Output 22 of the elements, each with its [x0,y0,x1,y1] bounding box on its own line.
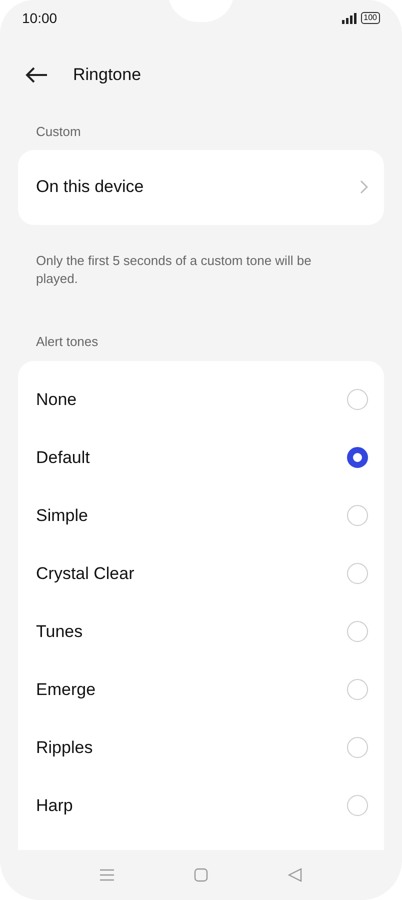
radio-button[interactable] [347,446,368,468]
back-icon[interactable] [25,66,49,84]
tone-label[interactable]: None [36,386,77,412]
status-time: 10:00 [22,8,58,28]
menu-icon[interactable] [100,868,114,882]
tone-label[interactable]: Tunes [36,618,83,644]
signal-icon [342,12,357,24]
tone-label[interactable]: Crystal Clear [36,560,134,586]
tone-label[interactable]: Default [36,444,90,470]
section-label: Custom [35,123,82,141]
tone-label[interactable]: Harp [36,792,73,818]
chevron-icon [360,180,368,194]
device-tone-item[interactable]: On this device [18,150,384,224]
tone-label[interactable]: Simple [36,502,88,528]
battery-icon: 100 [360,12,380,24]
section-label: Alert tones [35,332,100,351]
tone-label[interactable]: Emerge [36,676,96,702]
home-icon[interactable] [194,868,208,882]
custom-tone-note: Only the first 5 seconds of a custom tone will be played. [36,252,312,288]
back-nav-icon[interactable] [288,868,302,882]
page-title: Ringtone [73,64,142,86]
tone-label[interactable]: Ripples [36,734,93,760]
